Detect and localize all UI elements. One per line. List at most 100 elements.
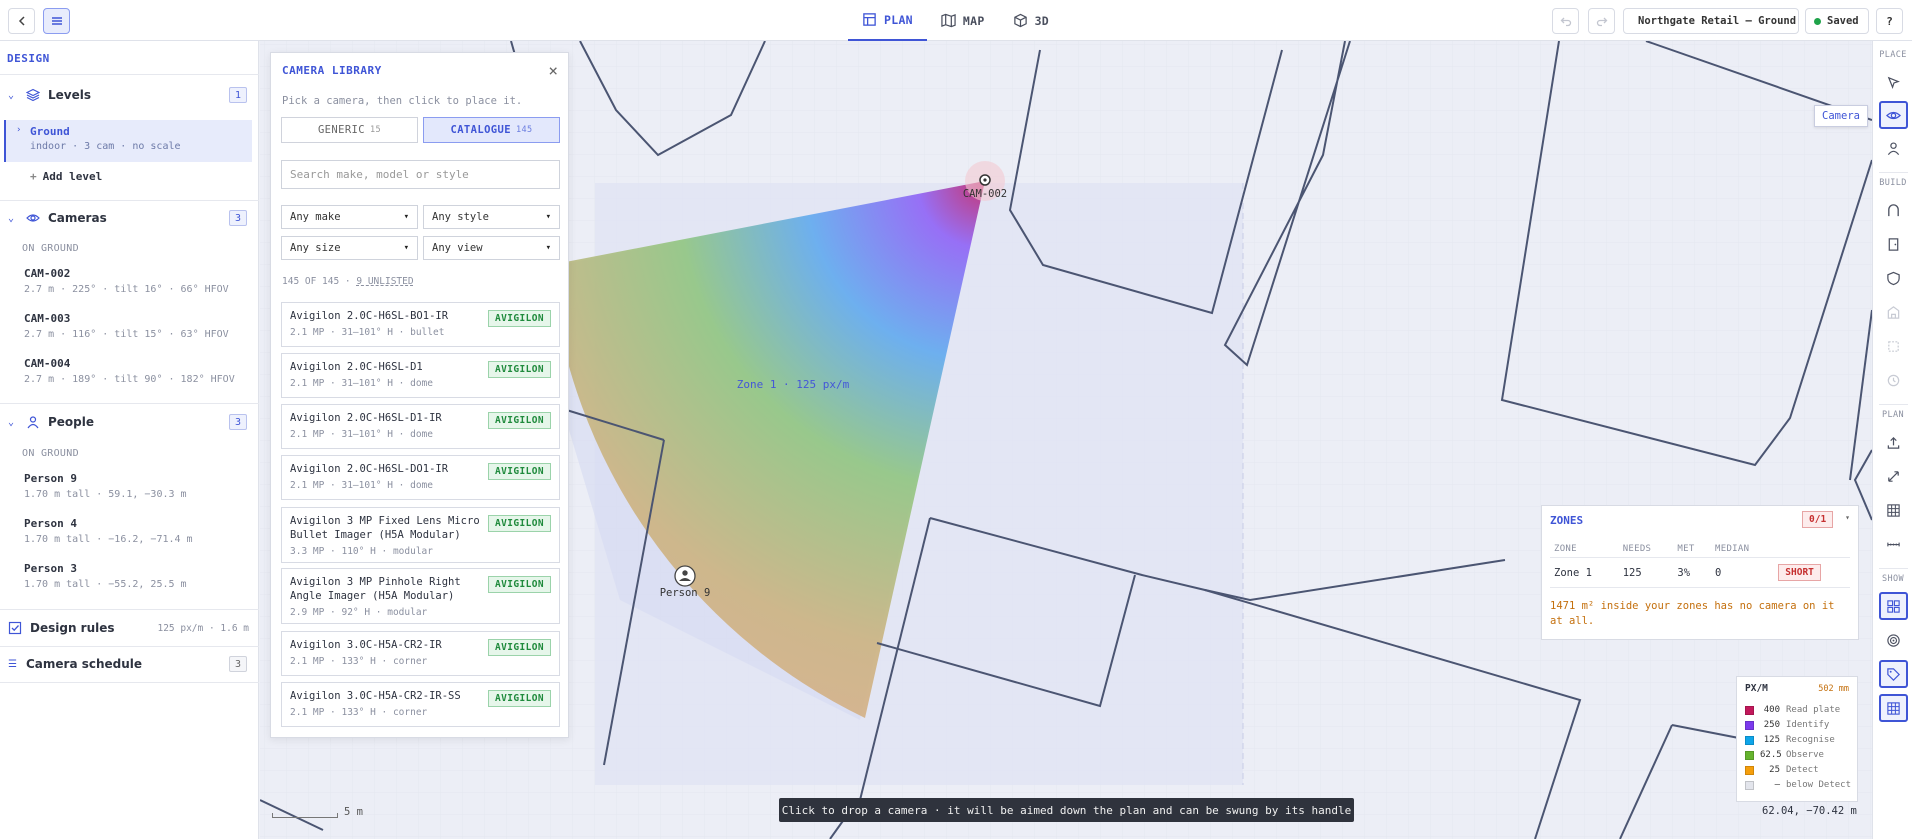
table-row[interactable]: Zone 1 125 3% 0 SHORT (1550, 557, 1850, 588)
close-icon[interactable]: × (548, 61, 558, 80)
tab-plan[interactable]: PLAN (848, 0, 927, 41)
camera-card[interactable]: Avigilon 2.0C-H6SL-D1-IR 2.1 MP · 31–101… (281, 404, 560, 449)
camera-card[interactable]: Avigilon 3 MP Pinhole Right Angle Imager… (281, 568, 560, 624)
style-filter-select[interactable]: Any style ▾ (423, 205, 560, 229)
design-sidebar: DESIGN ⌄ Levels 1 › Ground indoor · 3 ca… (0, 41, 259, 839)
zones-col-status (1774, 541, 1850, 558)
undo-button[interactable] (1552, 8, 1579, 34)
scale-plan-tool[interactable] (1879, 462, 1908, 490)
zone-name: Zone 1 (1550, 557, 1619, 588)
camera-marker-cam-002[interactable] (979, 174, 991, 186)
legend-value: 250 (1763, 720, 1780, 730)
checkbox-icon (8, 621, 22, 635)
grid-tool[interactable] (1879, 496, 1908, 524)
obstacle-tool[interactable] (1879, 332, 1908, 360)
size-filter-select[interactable]: Any size ▾ (281, 236, 418, 260)
camera-meta: 2.7 m · 189° · tilt 90° · 182° HFOV (24, 374, 235, 385)
view-filter-select[interactable]: Any view ▾ (423, 236, 560, 260)
camera-model-meta: 2.1 MP · 31–101° H · dome (290, 480, 433, 491)
chevron-down-icon[interactable]: ▾ (1845, 513, 1850, 522)
scale-label: 5 m (344, 806, 363, 818)
show-grid-toggle[interactable] (1879, 694, 1908, 722)
section-levels[interactable]: ⌄ Levels 1 (0, 77, 259, 113)
section-people[interactable]: ⌄ People 3 (0, 404, 259, 440)
align-tool[interactable] (1879, 530, 1908, 558)
brand-badge: AVIGILON (488, 361, 551, 378)
section-cameras[interactable]: ⌄ Cameras 3 (0, 200, 259, 236)
section-design-rules[interactable]: Design rules 125 px/m · 1.6 m (0, 610, 259, 646)
upload-plan-tool[interactable] (1879, 428, 1908, 456)
chevron-down-icon: ⌄ (8, 416, 15, 428)
camera-card[interactable]: Avigilon 3.0C-H5A-CR2-IR-SS 2.1 MP · 133… (281, 682, 560, 727)
show-coverage-toggle[interactable] (1879, 626, 1908, 654)
show-labels-toggle[interactable] (1879, 660, 1908, 688)
camera-model-meta: 2.9 MP · 92° H · modular (290, 607, 428, 618)
door-tool[interactable] (1879, 230, 1908, 258)
tab-map[interactable]: MAP (927, 0, 999, 41)
zone-median: 0 (1711, 557, 1775, 588)
divider (1879, 172, 1908, 173)
person-item-person-4[interactable]: Person 4 1.70 m tall · −16.2, −71.4 m (24, 517, 193, 545)
person-tool[interactable] (1879, 134, 1908, 162)
camera-item-cam-002[interactable]: CAM-002 2.7 m · 225° · tilt 16° · 66° HF… (24, 267, 229, 295)
wall-tool[interactable] (1879, 196, 1908, 224)
tab-3d[interactable]: 3D (999, 0, 1063, 41)
camera-model-meta: 2.1 MP · 133° H · corner (290, 707, 428, 718)
select-tool[interactable] (1879, 68, 1908, 96)
legend-label: Observe (1786, 750, 1824, 760)
segment-catalogue[interactable]: CATALOGUE 145 (423, 117, 560, 143)
cameras-group-label: ON GROUND (22, 243, 79, 254)
section-camera-schedule[interactable]: ☰ Camera schedule 3 (0, 646, 259, 682)
person-item-person-3[interactable]: Person 3 1.70 m tall · −55.2, 25.5 m (24, 562, 187, 590)
section-people-label: People (48, 415, 95, 429)
add-level-button[interactable]: + Add level (30, 170, 102, 183)
tool-group-place: PLACE (1879, 50, 1907, 60)
legend-label: Read plate (1786, 705, 1841, 715)
map-icon (941, 13, 956, 28)
brand-badge: AVIGILON (488, 515, 551, 532)
level-item-ground[interactable]: › Ground indoor · 3 cam · no scale (4, 120, 252, 162)
legend-value: 125 (1763, 735, 1780, 745)
cameras-count: 3 (229, 210, 247, 226)
person-icon (27, 416, 39, 429)
camera-card[interactable]: Avigilon 2.0C-H6SL-BO1-IR 2.1 MP · 31–10… (281, 302, 560, 347)
legend-row: 62.5 Observe (1745, 750, 1824, 760)
camera-library-title: CAMERA LIBRARY (282, 64, 382, 77)
legend-swatch (1745, 735, 1754, 745)
room-tool[interactable] (1879, 298, 1908, 326)
building-icon (1887, 305, 1900, 319)
camera-card[interactable]: Avigilon 3 MP Fixed Lens Micro Bullet Im… (281, 507, 560, 563)
make-filter-value: Any make (290, 211, 341, 223)
project-selector[interactable]: Northgate Retail — Ground (1623, 8, 1799, 34)
measure-tool[interactable] (1879, 366, 1908, 394)
show-zones-toggle[interactable] (1879, 592, 1908, 620)
legend-row: 400 Read plate (1745, 705, 1840, 715)
segment-generic[interactable]: GENERIC 15 (281, 117, 418, 143)
upload-icon (1887, 436, 1900, 449)
camera-tool[interactable] (1879, 101, 1908, 129)
back-button[interactable] (8, 8, 35, 34)
person-item-person-9[interactable]: Person 9 1.70 m tall · 59.1, −30.3 m (24, 472, 187, 500)
zones-col-needs: NEEDS (1618, 541, 1674, 558)
plan-icon (863, 13, 876, 26)
camera-card[interactable]: Avigilon 2.0C-H6SL-D1 2.1 MP · 31–101° H… (281, 353, 560, 398)
make-filter-select[interactable]: Any make ▾ (281, 205, 418, 229)
camera-item-cam-004[interactable]: CAM-004 2.7 m · 189° · tilt 90° · 182° H… (24, 357, 235, 385)
camera-card[interactable]: Avigilon 2.0C-H6SL-DO1-IR 2.1 MP · 31–10… (281, 455, 560, 500)
help-button[interactable]: ? (1876, 8, 1903, 34)
legend-label: Recognise (1786, 735, 1835, 745)
camera-item-cam-003[interactable]: CAM-003 2.7 m · 116° · tilt 15° · 63° HF… (24, 312, 229, 340)
redo-button[interactable] (1588, 8, 1615, 34)
menu-button[interactable] (43, 8, 70, 34)
legend-swatch (1745, 720, 1754, 730)
person-marker-person-9[interactable] (674, 565, 696, 587)
camera-card[interactable]: Avigilon 3.0C-H5A-CR2-IR 2.1 MP · 133° H… (281, 631, 560, 676)
save-status[interactable]: Saved (1805, 8, 1869, 34)
pointer-icon (1887, 76, 1900, 89)
tab-3d-label: 3D (1034, 13, 1050, 28)
zone-tool[interactable] (1879, 264, 1908, 292)
unlisted-link[interactable]: 9 UNLISTED (356, 276, 413, 287)
camera-search-input[interactable] (281, 160, 560, 189)
segment-catalogue-count: 145 (515, 125, 533, 135)
shield-icon (1887, 271, 1900, 285)
